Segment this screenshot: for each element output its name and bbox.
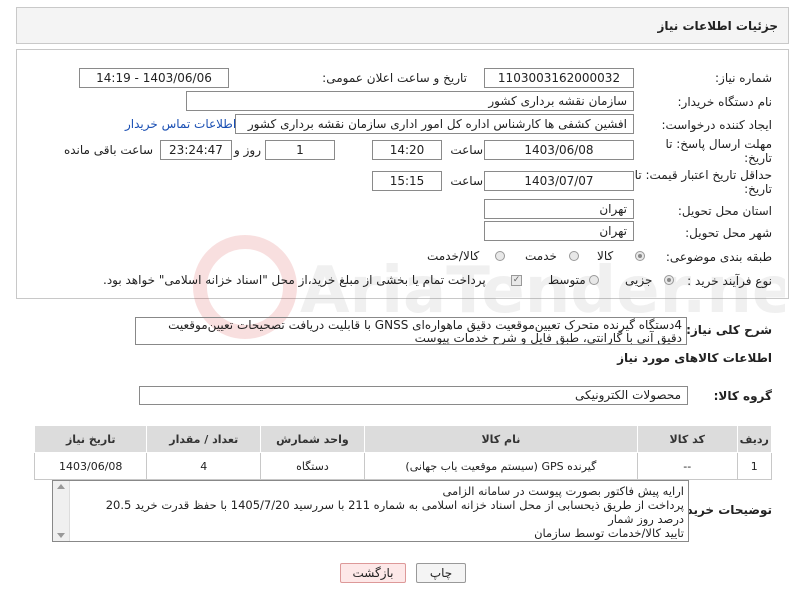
cell-unit: دستگاه bbox=[259, 452, 365, 480]
scroll-up-icon[interactable] bbox=[57, 484, 65, 489]
purchase-type-option-medium: متوسط bbox=[548, 273, 586, 287]
description-field: 4دستگاه گیرنده متحرک تعیین‌موقعیت دقیق م… bbox=[135, 317, 687, 345]
price-validity-date-field: 1403/07/07 bbox=[484, 171, 634, 191]
cell-row-number: 1 bbox=[736, 452, 772, 480]
scroll-down-icon[interactable] bbox=[57, 533, 65, 538]
notes-scrollbar[interactable] bbox=[53, 481, 70, 541]
col-quantity: تعداد / مقدار bbox=[146, 425, 261, 453]
cell-quantity: 4 bbox=[146, 452, 261, 480]
purchase-type-label: نوع فرآیند خرید : bbox=[687, 274, 772, 288]
reply-deadline-date-label: تاریخ: bbox=[744, 151, 772, 165]
buyer-notes-line: تایید کالا/خدمات توسط سازمان bbox=[534, 526, 684, 540]
buyer-org-label: نام دستگاه خریدار: bbox=[677, 95, 773, 109]
back-button[interactable]: بازگشت bbox=[340, 563, 406, 583]
remaining-time-label: ساعت باقی مانده bbox=[63, 143, 153, 157]
purchase-type-option-minor: جزیی bbox=[625, 273, 653, 287]
price-validity-time-label: ساعت bbox=[450, 174, 483, 188]
remaining-time-field: 23:24:47 bbox=[160, 140, 232, 160]
reply-deadline-time-label: ساعت bbox=[450, 143, 483, 157]
requester-field: افشین کشفی ها کارشناس اداره کل امور ادار… bbox=[235, 114, 634, 134]
delivery-city-label: شهر محل تحویل: bbox=[685, 226, 772, 240]
category-radio-goods[interactable] bbox=[635, 251, 645, 261]
reply-deadline-date-field: 1403/06/08 bbox=[484, 140, 634, 160]
treasury-payment-checkbox[interactable]: ✓ bbox=[511, 275, 522, 286]
table-row: 1 -- گیرنده GPS (سیستم موقعیت یاب جهانی)… bbox=[33, 452, 772, 480]
requester-label: ایجاد کننده درخواست: bbox=[661, 118, 772, 132]
buyer-notes-box: ارایه پیش فاکتور بصورت پیوست در سامانه ا… bbox=[52, 480, 689, 542]
goods-table: ردیف کد کالا نام کالا واحد شمارش تعداد /… bbox=[33, 425, 772, 480]
category-option-goods: کالا bbox=[597, 249, 614, 263]
goods-table-header: ردیف کد کالا نام کالا واحد شمارش تعداد /… bbox=[33, 425, 772, 453]
page-title: جزئیات اطلاعات نیاز bbox=[657, 19, 778, 33]
print-button[interactable]: چاپ bbox=[416, 563, 466, 583]
delivery-city-field: تهران bbox=[484, 221, 634, 241]
col-unit: واحد شمارش bbox=[259, 425, 365, 453]
col-need-date: تاریخ نیاز bbox=[33, 425, 148, 453]
page-header: جزئیات اطلاعات نیاز bbox=[16, 7, 789, 44]
purchase-type-radio-medium[interactable] bbox=[589, 275, 599, 285]
reply-deadline-time-field: 14:20 bbox=[372, 140, 442, 160]
buyer-org-field: سازمان نقشه برداری کشور bbox=[186, 91, 634, 111]
need-number-field: 1103003162000032 bbox=[484, 68, 634, 88]
description-label: شرح کلی نیاز: bbox=[686, 323, 772, 337]
category-option-goods-service: کالا/خدمت bbox=[427, 249, 480, 263]
col-row-number: ردیف bbox=[736, 425, 772, 453]
category-radio-service[interactable] bbox=[569, 251, 579, 261]
price-validity-date-label: تاریخ: bbox=[744, 182, 772, 196]
cell-need-date: 1403/06/08 bbox=[33, 452, 148, 480]
delivery-province-label: استان محل تحویل: bbox=[677, 204, 772, 218]
buyer-notes-text: ارایه پیش فاکتور بصورت پیوست در سامانه ا… bbox=[74, 484, 684, 540]
purchase-type-radio-minor[interactable] bbox=[664, 275, 674, 285]
category-label: طبقه بندی موضوعی: bbox=[665, 250, 772, 264]
delivery-province-field: تهران bbox=[484, 199, 634, 219]
announce-datetime-label: تاریخ و ساعت اعلان عمومی: bbox=[322, 71, 467, 85]
price-validity-time-field: 15:15 bbox=[372, 171, 442, 191]
goods-group-label: گروه کالا: bbox=[713, 389, 772, 403]
remaining-days-label: روز و bbox=[234, 143, 261, 157]
buyer-notes-line: ارایه پیش فاکتور بصورت پیوست در سامانه ا… bbox=[442, 484, 684, 498]
cell-item-code: -- bbox=[636, 452, 738, 480]
goods-info-title: اطلاعات کالاهای مورد نیاز bbox=[617, 351, 772, 365]
cell-item-name: گیرنده GPS (سیستم موقعیت یاب جهانی) bbox=[363, 452, 638, 480]
reply-deadline-label: مهلت ارسال پاسخ: تا bbox=[665, 137, 772, 151]
goods-group-field: محصولات الکترونیکی bbox=[139, 386, 688, 405]
category-radio-goods-service[interactable] bbox=[495, 251, 505, 261]
remaining-days-field: 1 bbox=[265, 140, 335, 160]
category-option-service: خدمت bbox=[525, 249, 557, 263]
buyer-notes-line: درصد روز شمار bbox=[608, 512, 684, 526]
buyer-contact-link[interactable]: اطلاعات تماس خریدار bbox=[125, 117, 236, 131]
price-validity-label: حداقل تاریخ اعتبار قیمت: تا bbox=[634, 168, 772, 182]
buyer-notes-line: پرداخت از طریق ذیحسابی از محل اسناد خزان… bbox=[105, 498, 684, 512]
col-item-name: نام کالا bbox=[363, 425, 638, 453]
treasury-payment-note: پرداخت تمام یا بخشی از مبلغ خرید،از محل … bbox=[103, 273, 486, 287]
announce-datetime-field: 1403/06/06 - 14:19 bbox=[79, 68, 229, 88]
col-item-code: کد کالا bbox=[636, 425, 738, 453]
need-number-label: شماره نیاز: bbox=[715, 71, 772, 85]
